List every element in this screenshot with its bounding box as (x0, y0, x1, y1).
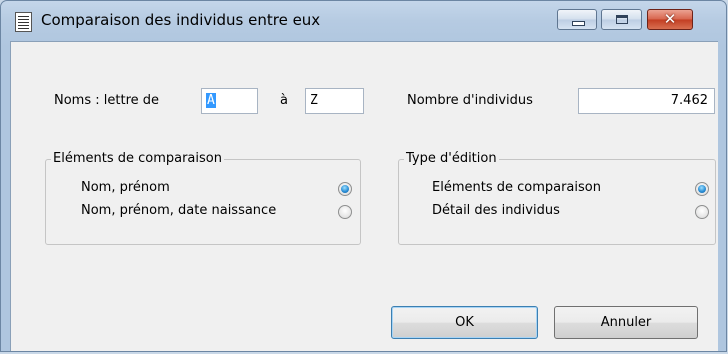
option-individual-detail-radio[interactable] (695, 205, 709, 219)
title-bar[interactable]: Comparaison des individus entre eux ✕ (1, 1, 726, 41)
edition-groupbox: Type d'édition Eléments de comparaison D… (398, 151, 716, 245)
app-document-icon[interactable] (15, 12, 32, 32)
count-label: Nombre d'individus (407, 93, 533, 108)
names-to-input[interactable]: Z (305, 88, 364, 114)
option-name-birthdate-radio[interactable] (338, 205, 352, 219)
maximize-icon (616, 15, 628, 24)
option-individual-detail-label[interactable]: Détail des individus (432, 203, 560, 218)
names-to-label: à (280, 93, 288, 108)
option-name-firstname-radio[interactable] (338, 182, 352, 196)
ok-button[interactable]: OK (391, 306, 538, 339)
window-title: Comparaison des individus entre eux (41, 11, 321, 29)
count-input[interactable]: 7.462 (578, 88, 715, 114)
cancel-button[interactable]: Annuler (554, 306, 698, 339)
minimize-icon (572, 21, 585, 26)
option-comparison-elements-label[interactable]: Eléments de comparaison (432, 180, 601, 195)
edition-group-title: Type d'édition (404, 151, 499, 166)
comparison-groupbox: Eléments de comparaison Nom, prénom Nom,… (45, 151, 361, 245)
dialog-client-area: Noms : lettre de A à Z Nombre d'individu… (10, 41, 718, 351)
option-comparison-elements-radio[interactable] (695, 182, 709, 196)
close-button[interactable]: ✕ (647, 9, 693, 30)
comparison-group-title: Eléments de comparaison (51, 151, 224, 166)
names-from-label: Noms : lettre de (54, 93, 160, 108)
maximize-button[interactable] (601, 9, 642, 30)
option-name-firstname-label[interactable]: Nom, prénom (81, 180, 170, 195)
option-name-birthdate-label[interactable]: Nom, prénom, date naissance (81, 203, 276, 218)
names-from-value: A (206, 93, 216, 108)
minimize-button[interactable] (557, 9, 597, 30)
close-icon: ✕ (663, 10, 677, 28)
names-from-input[interactable]: A (201, 88, 258, 114)
dialog-window: Comparaison des individus entre eux ✕ No… (0, 0, 727, 352)
